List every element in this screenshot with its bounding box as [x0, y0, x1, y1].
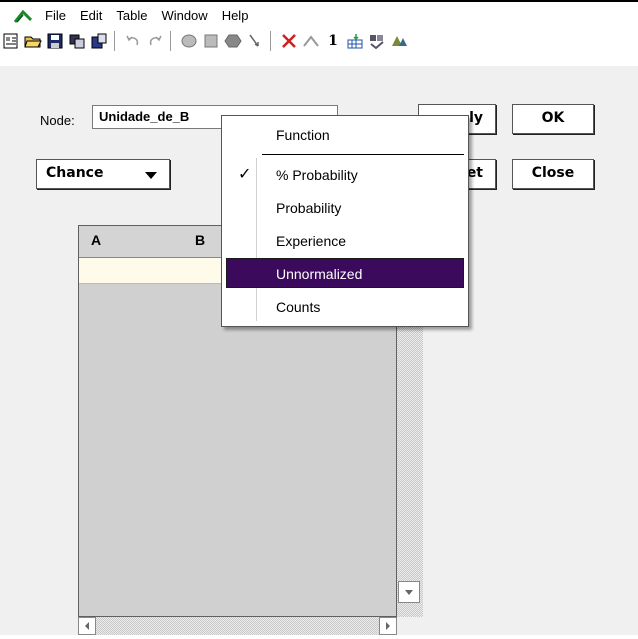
- menu-item-label: Function: [276, 127, 330, 143]
- close-button[interactable]: Close: [512, 159, 594, 189]
- toolbar-separator: [270, 31, 274, 51]
- scroll-right-button[interactable]: [379, 617, 397, 635]
- menu-bar: File Edit Table Window Help: [0, 4, 638, 28]
- menu-edit[interactable]: Edit: [73, 6, 109, 26]
- paste-icon[interactable]: [88, 31, 110, 51]
- menu-item-label: % Probability: [276, 167, 358, 183]
- menu-item-label: Probability: [276, 200, 342, 216]
- copy-icon[interactable]: [66, 31, 88, 51]
- arrow-icon[interactable]: [244, 31, 266, 51]
- table-icon[interactable]: [344, 31, 366, 51]
- new-icon[interactable]: [0, 31, 22, 51]
- node-label: Node:: [40, 113, 75, 128]
- menu-window[interactable]: Window: [154, 6, 214, 26]
- check-icon: ✓: [238, 166, 252, 183]
- redo-icon[interactable]: [144, 31, 166, 51]
- square-node-icon[interactable]: [200, 31, 222, 51]
- hexagon-node-icon[interactable]: [222, 31, 244, 51]
- peak-icon[interactable]: [300, 31, 322, 51]
- column-header-a: A: [91, 232, 102, 248]
- horizontal-scrollbar[interactable]: [78, 617, 397, 635]
- menu-item-label: Unnormalized: [276, 266, 363, 282]
- menu-help[interactable]: Help: [215, 6, 256, 26]
- menu-item-function[interactable]: Function: [226, 120, 464, 150]
- window-top-border: [0, 0, 638, 2]
- open-icon[interactable]: [22, 31, 44, 51]
- scroll-right-icon: [386, 622, 390, 630]
- learn-icon[interactable]: [388, 31, 410, 51]
- number-one-icon[interactable]: 1: [322, 31, 344, 51]
- scroll-left-icon: [85, 622, 89, 630]
- compile-icon[interactable]: [366, 31, 388, 51]
- toolbar-separator: [114, 31, 118, 51]
- node-type-select[interactable]: Chance: [36, 159, 170, 189]
- column-header-b: B: [195, 232, 206, 248]
- node-type-value: Chance: [46, 165, 104, 181]
- menu-item-label: Counts: [276, 299, 321, 315]
- undo-icon[interactable]: [122, 31, 144, 51]
- menu-item-experience[interactable]: Experience: [226, 226, 464, 256]
- menu-table[interactable]: Table: [109, 6, 154, 26]
- menu-item-unnormalized[interactable]: Unnormalized: [226, 258, 464, 288]
- scroll-left-button[interactable]: [78, 617, 96, 635]
- delete-link-icon[interactable]: [278, 31, 300, 51]
- toolbar: 1: [0, 27, 638, 55]
- menu-item-label: Experience: [276, 233, 347, 249]
- circle-node-icon[interactable]: [178, 31, 200, 51]
- menu-file[interactable]: File: [38, 6, 73, 26]
- scroll-down-icon: [405, 590, 413, 595]
- table-type-dropdown-menu: Function ✓ % Probability Probability Exp…: [221, 115, 469, 327]
- save-icon[interactable]: [44, 31, 66, 51]
- menu-item-probability[interactable]: Probability: [226, 193, 464, 223]
- chevron-down-icon: [145, 172, 157, 179]
- ok-button[interactable]: OK: [512, 104, 594, 134]
- app-logo-icon: [14, 9, 32, 23]
- toolbar-separator: [170, 31, 174, 51]
- menu-item-percent-probability[interactable]: ✓ % Probability: [226, 160, 464, 190]
- menu-item-counts[interactable]: Counts: [226, 292, 464, 322]
- menu-separator: [262, 154, 464, 155]
- scroll-down-button[interactable]: [398, 581, 420, 603]
